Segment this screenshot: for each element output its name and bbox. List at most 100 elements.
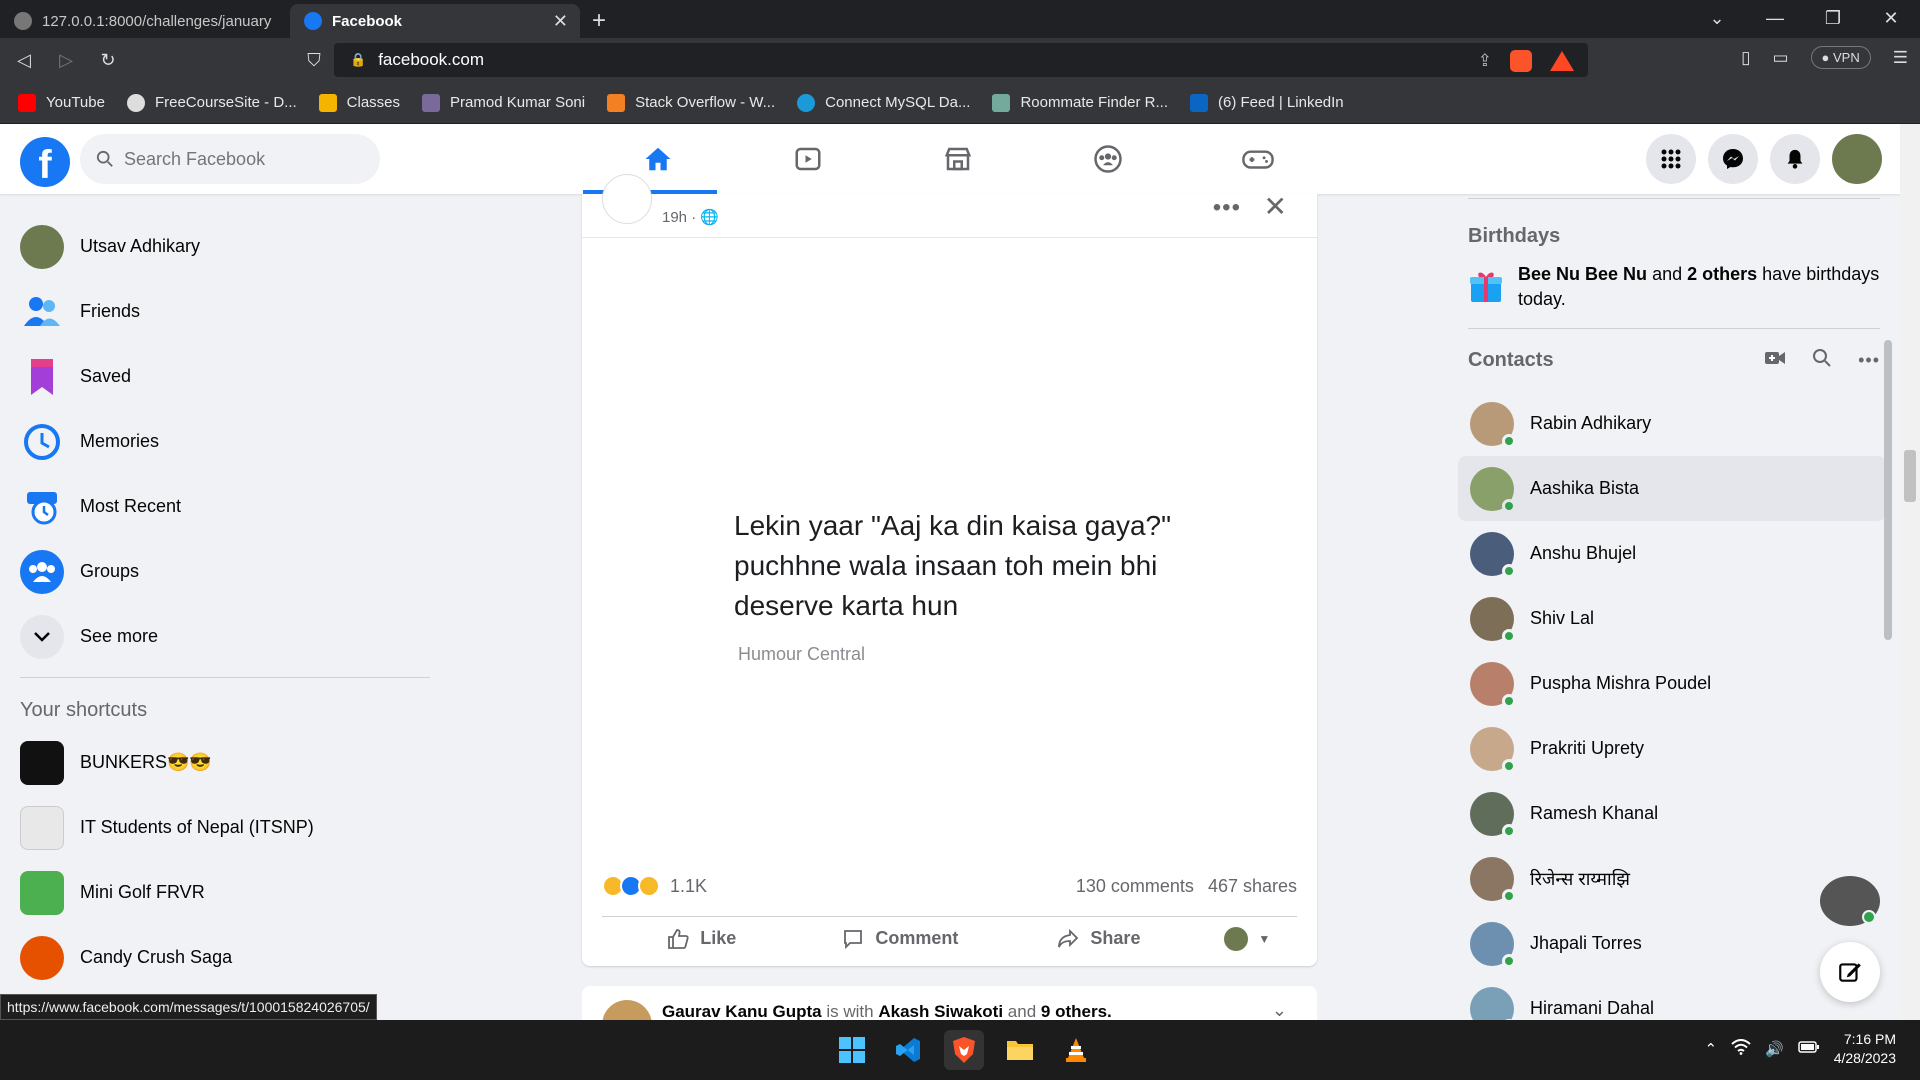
vscode-icon[interactable] — [888, 1030, 928, 1070]
brave-browser-icon[interactable] — [944, 1030, 984, 1070]
bookmark-pramod[interactable]: Pramod Kumar Soni — [422, 93, 585, 112]
contact-item[interactable]: Prakriti Uprety — [1468, 716, 1880, 781]
shortcut-item-candycrush[interactable]: Candy Crush Saga — [8, 925, 428, 990]
brave-rewards-icon[interactable] — [1550, 51, 1574, 71]
contact-item[interactable]: Jhapali Torres — [1468, 911, 1880, 976]
battery-icon[interactable] — [1797, 1040, 1820, 1058]
minimize-button[interactable]: — — [1746, 0, 1804, 38]
hide-post-icon[interactable]: ✕ — [1264, 190, 1287, 223]
sidebar-item-most-recent[interactable]: Most Recent — [8, 474, 428, 539]
wifi-icon[interactable] — [1731, 1039, 1751, 1059]
bookmark-stackoverflow[interactable]: Stack Overflow - W... — [607, 93, 775, 112]
close-window-button[interactable]: ✕ — [1862, 0, 1920, 38]
page-scrollbar[interactable] — [1900, 124, 1920, 1020]
more-options-icon[interactable]: ••• — [1213, 194, 1241, 222]
shares-count[interactable]: 467 shares — [1208, 876, 1297, 897]
bookmark-roommate[interactable]: Roommate Finder R... — [992, 93, 1168, 112]
nav-groups[interactable] — [1033, 124, 1183, 194]
reactions-count[interactable]: 1.1K — [670, 876, 707, 897]
new-message-button[interactable] — [1820, 942, 1880, 1002]
profile-avatar — [20, 224, 64, 269]
sidebar-toggle-icon[interactable]: ▯ — [1741, 48, 1750, 68]
url-bar[interactable]: 🔒 facebook.com ⇪ — [334, 43, 1588, 77]
shortcut-item-minigolf[interactable]: Mini Golf FRVR — [8, 860, 428, 925]
tab-search-icon[interactable]: ⌄ — [1688, 0, 1746, 38]
nav-watch[interactable] — [733, 124, 883, 194]
share-icon[interactable]: ⇪ — [1478, 51, 1492, 71]
page-avatar[interactable] — [602, 174, 652, 224]
contact-item[interactable]: Ramesh Khanal — [1468, 781, 1880, 846]
forward-button[interactable]: ▷ — [48, 50, 84, 71]
contact-item[interactable]: Puspha Mishra Poudel — [1468, 651, 1880, 716]
volume-icon[interactable]: 🔊 — [1765, 1040, 1784, 1058]
contact-item[interactable]: रिजेन्स राय्माझि — [1468, 846, 1880, 911]
video-call-icon[interactable] — [1764, 350, 1786, 371]
wallet-icon[interactable]: ▭ — [1772, 48, 1788, 68]
contacts-scrollbar[interactable] — [1884, 340, 1892, 640]
search-input[interactable] — [124, 148, 344, 170]
post-timestamp[interactable]: 19h · 🌐 — [662, 208, 719, 226]
author-name[interactable]: Gaurav Kanu Gupta — [662, 1002, 822, 1021]
back-button[interactable]: ◁ — [6, 50, 42, 71]
nav-home[interactable] — [583, 124, 733, 194]
grid-menu-icon — [1661, 149, 1681, 169]
audience-selector[interactable]: ▼ — [1198, 919, 1297, 959]
chevron-down-icon[interactable]: ⌄ — [1272, 1000, 1287, 1021]
bookmark-icon[interactable]: ⛉ — [296, 50, 332, 71]
contact-item[interactable]: Aashika Bista — [1458, 456, 1886, 521]
sidebar-item-profile[interactable]: Utsav Adhikary — [8, 214, 428, 279]
tab-facebook[interactable]: Facebook ✕ — [290, 4, 580, 38]
windows-start-icon[interactable] — [832, 1030, 872, 1070]
vlc-icon[interactable] — [1056, 1030, 1096, 1070]
reload-button[interactable]: ↻ — [90, 50, 126, 71]
contact-item[interactable]: Anshu Bhujel — [1468, 521, 1880, 586]
account-avatar[interactable] — [1832, 134, 1882, 184]
share-button[interactable]: Share — [999, 919, 1198, 959]
new-tab-button[interactable]: + — [592, 4, 606, 38]
like-button[interactable]: Like — [602, 919, 801, 959]
bookmark-linkedin[interactable]: (6) Feed | LinkedIn — [1190, 93, 1344, 112]
see-more-button[interactable]: See more — [8, 604, 428, 669]
bookmark-classes[interactable]: Classes — [318, 93, 400, 112]
bookmark-freecoursesite[interactable]: FreeCourseSite - D... — [126, 93, 297, 112]
menu-icon[interactable]: ☰ — [1893, 48, 1908, 68]
nav-gaming[interactable] — [1183, 124, 1333, 194]
messenger-button[interactable] — [1708, 134, 1758, 184]
comment-button[interactable]: Comment — [801, 919, 1000, 959]
facebook-logo-icon[interactable]: f — [20, 137, 70, 187]
restore-button[interactable]: ❐ — [1804, 0, 1862, 38]
contact-item[interactable]: Shiv Lal — [1468, 586, 1880, 651]
others-link[interactable]: 9 others. — [1041, 1002, 1112, 1021]
search-box[interactable] — [80, 134, 380, 184]
tagged-name[interactable]: Akash Siwakoti — [878, 1002, 1003, 1021]
bookmark-mysql[interactable]: Connect MySQL Da... — [797, 93, 970, 112]
sidebar-item-saved[interactable]: Saved — [8, 344, 428, 409]
nav-marketplace[interactable] — [883, 124, 1033, 194]
comments-count[interactable]: 130 comments — [1076, 876, 1194, 897]
file-explorer-icon[interactable] — [1000, 1030, 1040, 1070]
sidebar-item-memories[interactable]: Memories — [8, 409, 428, 474]
chat-head-bubble[interactable] — [1820, 876, 1880, 926]
chevron-down-icon — [20, 614, 64, 659]
close-tab-icon[interactable]: ✕ — [553, 11, 568, 32]
notifications-button[interactable] — [1770, 134, 1820, 184]
more-options-icon[interactable]: ••• — [1858, 350, 1880, 371]
tab-challenges[interactable]: 127.0.0.1:8000/challenges/january — [0, 4, 290, 38]
birthday-name: Bee Nu Bee Nu — [1518, 264, 1648, 284]
menu-button[interactable] — [1646, 134, 1696, 184]
post-image[interactable]: Lekin yaar "Aaj ka din kaisa gaya?" puch… — [582, 238, 1317, 858]
contact-item[interactable]: Rabin Adhikary — [1468, 391, 1880, 456]
birthday-notice[interactable]: Bee Nu Bee Nu and 2 others have birthday… — [1468, 248, 1880, 328]
sidebar-item-friends[interactable]: Friends — [8, 279, 428, 344]
brave-shields-icon[interactable] — [1510, 50, 1532, 72]
scrollbar-thumb[interactable] — [1904, 450, 1916, 502]
shortcut-item-itsnp[interactable]: IT Students of Nepal (ITSNP) — [8, 795, 428, 860]
search-contacts-icon[interactable] — [1812, 348, 1832, 373]
taskbar-clock[interactable]: 7:16 PM 4/28/2023 — [1834, 1030, 1896, 1068]
like-label: Like — [700, 928, 737, 948]
sidebar-item-groups[interactable]: Groups — [8, 539, 428, 604]
bookmark-youtube[interactable]: YouTube — [18, 93, 105, 112]
chevron-up-icon[interactable]: ⌃ — [1704, 1040, 1717, 1058]
vpn-button[interactable]: ● VPN — [1810, 46, 1871, 69]
shortcut-item-bunkers[interactable]: BUNKERS😎😎 — [8, 730, 428, 795]
